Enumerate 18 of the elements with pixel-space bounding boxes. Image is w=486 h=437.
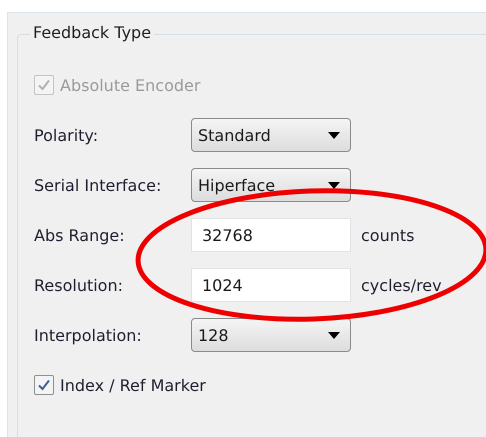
unit-label: counts bbox=[361, 226, 414, 244]
field-label: Abs Range: bbox=[34, 226, 126, 244]
field-label: Polarity: bbox=[34, 126, 100, 144]
caret-icon bbox=[328, 332, 340, 338]
field-label: Resolution: bbox=[34, 276, 124, 294]
field-label: Interpolation: bbox=[34, 326, 143, 344]
input-field[interactable]: 32768 bbox=[191, 218, 351, 252]
field-label: Serial Interface: bbox=[34, 176, 162, 194]
dropdown[interactable]: Standard bbox=[191, 118, 351, 152]
check-icon bbox=[37, 378, 51, 392]
unit-label: cycles/rev bbox=[361, 276, 442, 294]
caret-icon bbox=[328, 132, 340, 138]
dropdown[interactable]: 128 bbox=[191, 318, 351, 352]
check-icon bbox=[37, 78, 51, 92]
group-title: Feedback Type bbox=[30, 23, 154, 42]
caret-icon bbox=[328, 182, 340, 188]
input-field[interactable]: 1024 bbox=[191, 268, 351, 302]
checkbox[interactable]: Index / Ref Marker bbox=[34, 375, 206, 395]
